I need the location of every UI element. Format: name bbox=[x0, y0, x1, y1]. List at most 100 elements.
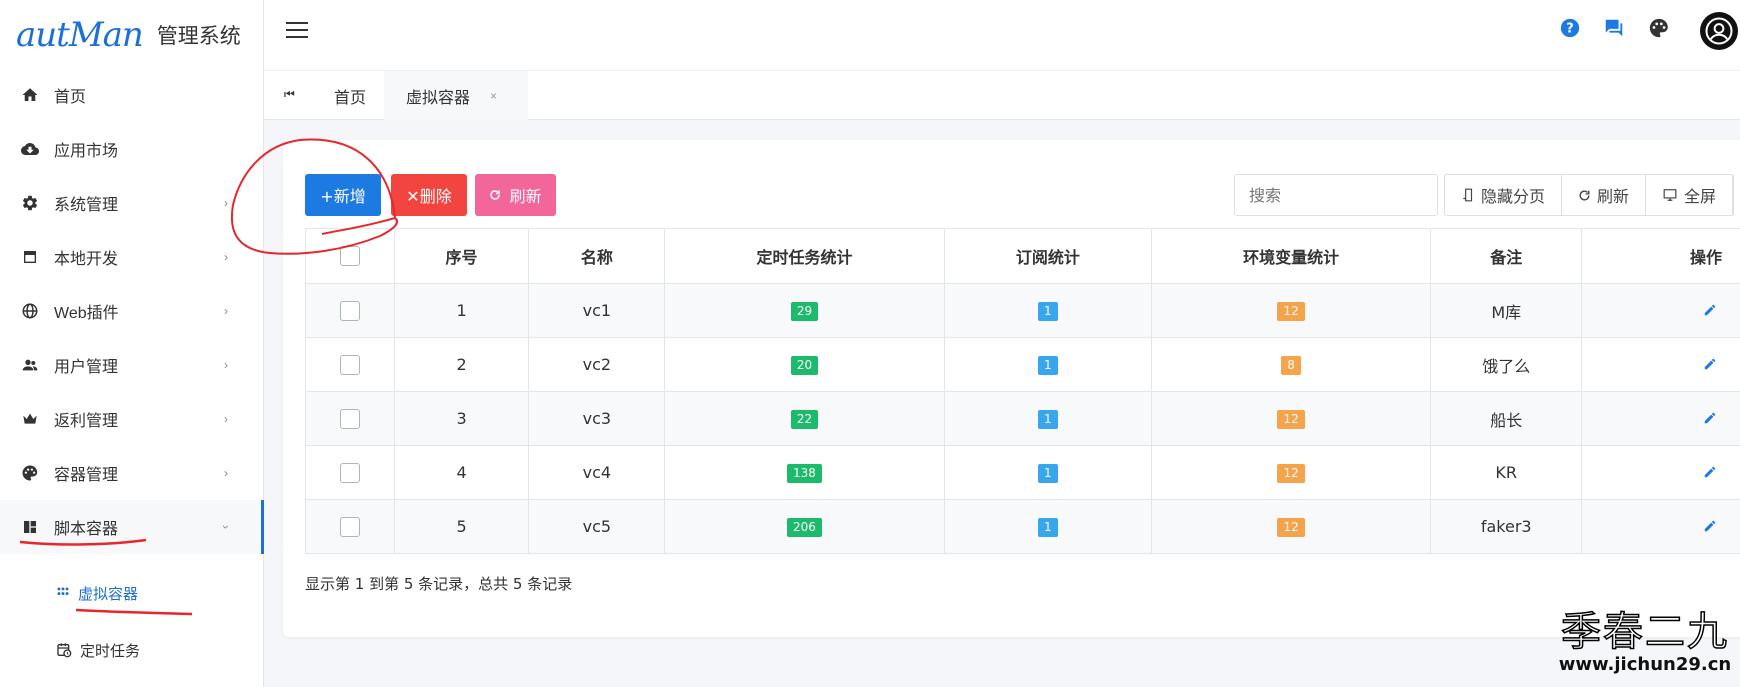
refresh-icon bbox=[1578, 189, 1591, 202]
add-button[interactable]: +新增 bbox=[305, 174, 381, 216]
fullscreen-button[interactable]: 全屏 bbox=[1646, 175, 1734, 215]
table-refresh-button[interactable]: 刷新 bbox=[1562, 175, 1647, 215]
sidebar-item-web-plugins[interactable]: Web插件 › bbox=[0, 284, 264, 338]
cell-index: 3 bbox=[393, 391, 530, 446]
table-row: 4 vc4 138 1 12 KR ✕ bbox=[305, 445, 1740, 500]
column-header[interactable]: 环境变量统计 bbox=[1151, 228, 1432, 284]
edit-icon[interactable] bbox=[1703, 411, 1717, 425]
sidebar-item-label: 容器管理 bbox=[54, 467, 119, 484]
tab-scroll-first-icon[interactable]: ⏮ bbox=[284, 87, 295, 102]
watermark-url: www.jichun29.cn bbox=[1558, 654, 1732, 675]
cell-name: vc1 bbox=[528, 283, 666, 338]
crown-icon bbox=[20, 409, 40, 429]
refresh-button-label: 刷新 bbox=[509, 187, 542, 206]
sidebar-item-label: 脚本容器 bbox=[54, 521, 119, 538]
logo[interactable]: autMan 管理系统 bbox=[0, 0, 263, 70]
help-icon[interactable]: ? bbox=[1558, 16, 1582, 40]
sidebar-item-container-mgmt[interactable]: 容器管理 › bbox=[0, 446, 264, 500]
sidebar: autMan 管理系统 首页 应用市场 系统管理 › 本地开发 › Web插件 … bbox=[0, 0, 264, 687]
container-table: 序号 名称 定时任务统计 订阅统计 环境变量统计 备注 操作 1 vc1 29 … bbox=[305, 228, 1740, 554]
cron-count-badge: 206 bbox=[787, 518, 822, 537]
subscription-count-badge: 1 bbox=[1037, 518, 1058, 537]
select-all-checkbox[interactable] bbox=[339, 246, 360, 267]
close-icon[interactable]: × bbox=[490, 89, 497, 103]
env-count-badge: 12 bbox=[1277, 518, 1305, 537]
column-header: 操作 bbox=[1581, 228, 1740, 284]
tab-virtual-container[interactable]: 虚拟容器 × bbox=[384, 71, 528, 121]
logo-script: autMan bbox=[16, 15, 144, 55]
sidebar-item-label: 返利管理 bbox=[54, 413, 119, 430]
subscription-count-badge: 1 bbox=[1037, 302, 1058, 321]
column-header[interactable]: 定时任务统计 bbox=[664, 228, 945, 284]
sidebar-item-label: 首页 bbox=[54, 89, 87, 106]
table-row: 5 vc5 206 1 12 faker3 ✕ bbox=[305, 499, 1740, 554]
cell-index: 5 bbox=[393, 499, 530, 554]
cell-note: KR bbox=[1430, 445, 1583, 500]
env-count-badge: 12 bbox=[1277, 302, 1305, 321]
sidebar-subitem-label: 定时任务 bbox=[80, 642, 141, 660]
chevron-down-icon: › bbox=[219, 525, 233, 529]
chevron-right-icon: › bbox=[224, 250, 228, 264]
column-header[interactable]: 备注 bbox=[1430, 228, 1583, 284]
subscription-count-badge: 1 bbox=[1037, 464, 1058, 483]
cron-count-badge: 22 bbox=[790, 410, 819, 429]
sidebar-item-local-dev[interactable]: 本地开发 › bbox=[0, 230, 264, 284]
edit-icon[interactable] bbox=[1703, 519, 1717, 533]
tab-label: 虚拟容器 bbox=[406, 90, 471, 107]
edit-icon[interactable] bbox=[1703, 357, 1717, 371]
edit-icon[interactable] bbox=[1703, 303, 1717, 317]
hide-pagination-button[interactable]: 隐藏分页 bbox=[1445, 175, 1563, 215]
row-checkbox[interactable] bbox=[339, 300, 360, 321]
home-icon bbox=[20, 85, 40, 105]
sidebar-item-label: Web插件 bbox=[54, 305, 119, 322]
cron-count-badge: 20 bbox=[790, 356, 819, 375]
tab-home[interactable]: 首页 bbox=[312, 71, 388, 121]
row-checkbox[interactable] bbox=[339, 354, 360, 375]
dots-icon bbox=[56, 586, 70, 600]
cell-note: M库 bbox=[1430, 283, 1583, 338]
cloud-download-icon bbox=[20, 139, 40, 159]
cell-name: vc4 bbox=[528, 445, 666, 500]
sidebar-item-rebate[interactable]: 返利管理 › bbox=[0, 392, 264, 446]
sidebar-item-home[interactable]: 首页 bbox=[0, 68, 264, 122]
sidebar-subitem-virtual-container[interactable]: 虚拟容器 bbox=[56, 573, 138, 613]
chat-icon[interactable] bbox=[1602, 16, 1626, 40]
sidebar-item-label: 本地开发 bbox=[54, 251, 119, 268]
column-header[interactable]: 名称 bbox=[528, 228, 666, 284]
env-count-badge: 8 bbox=[1281, 356, 1302, 375]
table-header-row: 序号 名称 定时任务统计 订阅统计 环境变量统计 备注 操作 bbox=[305, 228, 1740, 284]
sidebar-subitem-label: 虚拟容器 bbox=[78, 585, 139, 603]
logo-text: 管理系统 bbox=[156, 24, 241, 48]
cell-note: 饿了么 bbox=[1430, 337, 1583, 392]
column-header[interactable]: 订阅统计 bbox=[943, 228, 1153, 284]
sidebar-item-script-container[interactable]: 脚本容器 › bbox=[0, 500, 264, 554]
chevron-right-icon: › bbox=[224, 358, 228, 372]
env-count-badge: 12 bbox=[1277, 464, 1305, 483]
row-checkbox[interactable] bbox=[339, 408, 360, 429]
sidebar-subitem-cron[interactable]: 定时任务 bbox=[56, 630, 140, 670]
sidebar-item-system[interactable]: 系统管理 › bbox=[0, 176, 264, 230]
env-count-badge: 12 bbox=[1277, 410, 1305, 429]
palette-icon bbox=[20, 463, 40, 483]
content-card: +新增 ✕删除 刷新 隐藏分页 刷新 全屏 bbox=[283, 140, 1740, 637]
tabs-bar: ⏮ 首页 虚拟容器 × bbox=[264, 70, 1740, 121]
palette-icon[interactable] bbox=[1647, 16, 1671, 40]
cell-note: 船长 bbox=[1430, 391, 1583, 446]
cell-name: vc3 bbox=[528, 391, 666, 446]
cell-name: vc5 bbox=[528, 499, 666, 554]
sidebar-item-app-market[interactable]: 应用市场 bbox=[0, 122, 264, 176]
refresh-button[interactable]: 刷新 bbox=[475, 174, 556, 216]
menu-toggle-icon[interactable] bbox=[286, 20, 312, 42]
avatar-icon[interactable] bbox=[1700, 12, 1738, 50]
row-checkbox[interactable] bbox=[339, 516, 360, 537]
tool-label: 刷新 bbox=[1597, 187, 1630, 206]
table-row: 1 vc1 29 1 12 M库 ✕ bbox=[305, 283, 1740, 338]
search-input[interactable] bbox=[1234, 174, 1438, 216]
sidebar-item-users[interactable]: 用户管理 › bbox=[0, 338, 264, 392]
delete-button[interactable]: ✕删除 bbox=[391, 174, 467, 216]
cell-index: 2 bbox=[393, 337, 530, 392]
row-checkbox[interactable] bbox=[339, 462, 360, 483]
tool-label: 隐藏分页 bbox=[1481, 187, 1546, 206]
edit-icon[interactable] bbox=[1703, 465, 1717, 479]
column-header[interactable]: 序号 bbox=[393, 228, 530, 284]
